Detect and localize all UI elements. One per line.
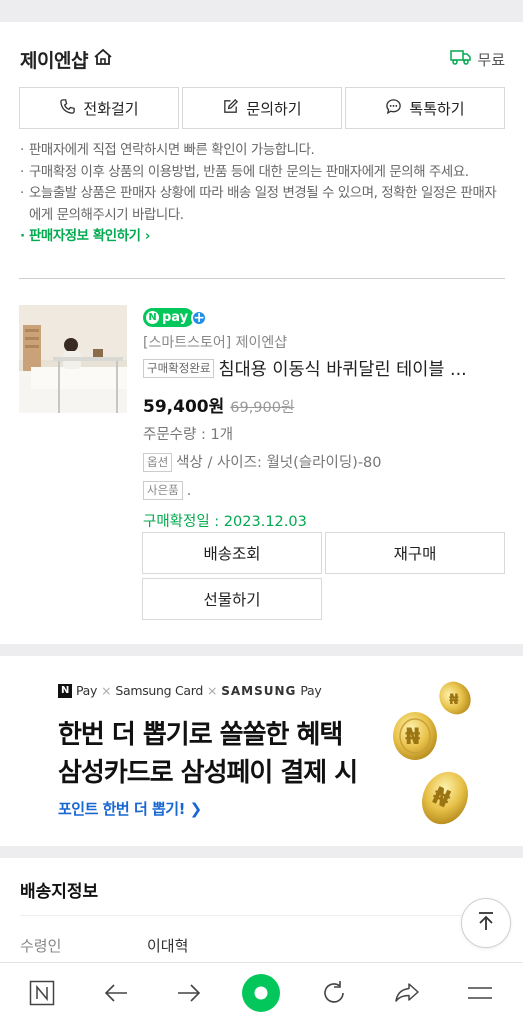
banner-title: 한번 더 뽑기로 쏠쏠한 혜택 삼성카드로 삼성페이 결제 시	[58, 716, 358, 792]
chevron-right-icon: ❯	[189, 800, 203, 818]
shipping-fee-label: 무료	[477, 50, 505, 69]
chevron-right-icon: ›	[144, 229, 151, 244]
brand-npay: Pay	[76, 683, 98, 698]
talk-button-label: 톡톡하기	[409, 99, 465, 118]
gift-badge: 사은품	[143, 481, 183, 500]
share-button[interactable]	[387, 975, 427, 1015]
gift-button[interactable]: 선물하기	[142, 578, 322, 620]
option-badge: 옵션	[143, 453, 173, 472]
phone-icon	[59, 98, 76, 119]
brand-card: Samsung Card	[115, 683, 204, 698]
contact-buttons: 전화걸기 문의하기 톡톡하기	[19, 87, 505, 129]
scroll-to-top-button[interactable]	[461, 898, 511, 948]
reorder-button[interactable]: 재구매	[325, 532, 505, 574]
divider	[20, 915, 506, 916]
talk-button[interactable]: 톡톡하기	[345, 87, 505, 129]
seller-name: 제이엔샵	[20, 49, 88, 72]
product-thumbnail[interactable]	[19, 305, 127, 413]
brand-samsung: SAMSUNG	[221, 683, 297, 698]
divider	[19, 278, 505, 279]
arrow-up-icon	[474, 909, 498, 937]
refresh-icon	[320, 979, 348, 1011]
seller-info-link-label: 판매자정보 확인하기	[29, 229, 141, 244]
banner-title-line: 삼성카드로 삼성페이 결제 시	[58, 758, 358, 788]
npay-label: pay	[162, 310, 189, 325]
share-arrow-icon	[393, 979, 421, 1011]
inquiry-button[interactable]: 문의하기	[182, 87, 342, 129]
option-line: 옵션 색상 / 사이즈: 월넛(슬라이딩)-80	[143, 453, 505, 472]
gold-coins-icon: ₦ ₦ ₦	[393, 681, 471, 825]
track-delivery-button[interactable]: 배송조회	[142, 532, 322, 574]
npay-pill: N pay	[143, 308, 195, 327]
confirm-date: 구매확정일 : 2023.12.03	[143, 514, 307, 530]
store-home-icon	[92, 47, 114, 72]
shipping-info-title: 배송지정보	[20, 882, 99, 902]
truck-icon	[450, 49, 472, 69]
shipping-info-section: 배송지정보 수령인 이대혁	[0, 858, 523, 968]
notice-item: 구매확정 이후 상품의 이용방법, 반품 등에 대한 문의는 판매자에게 문의해…	[20, 162, 506, 184]
green-dot-button[interactable]	[241, 973, 281, 1017]
call-button[interactable]: 전화걸기	[19, 87, 179, 129]
edit-icon	[222, 98, 239, 119]
recipient-label: 수령인	[20, 937, 62, 955]
seller-notice-list: 판매자에게 직접 연락하시면 빠른 확인이 가능합니다. 구매확정 이후 상품의…	[20, 140, 506, 248]
seller-info-link[interactable]: 판매자정보 확인하기 ›	[20, 226, 506, 248]
hamburger-menu-icon	[466, 979, 494, 1011]
gift-value: .	[186, 482, 192, 499]
gift-line: 사은품 .	[143, 481, 505, 500]
shipping-fee: 무료	[450, 49, 505, 70]
refresh-button[interactable]	[314, 975, 354, 1015]
call-button-label: 전화걸기	[83, 99, 139, 118]
store-name: [스마트스토어] 제이엔샵	[143, 335, 288, 351]
naver-n-icon: N	[146, 311, 159, 324]
product-info: N pay + [스마트스토어] 제이엔샵 구매확정완료 침대용 이동식 바퀴달…	[143, 305, 505, 531]
inquiry-button-label: 문의하기	[246, 99, 302, 118]
product-title-line[interactable]: 구매확정완료 침대용 이동식 바퀴달린 테이블 ...	[143, 356, 505, 381]
green-dot-icon	[241, 973, 281, 1017]
price: 59,400원	[143, 397, 225, 417]
back-button[interactable]	[96, 975, 136, 1015]
seller-header: 제이엔샵 무료	[20, 46, 505, 72]
quantity: 주문수량 : 1개	[143, 427, 234, 443]
recipient-value: 이대혁	[147, 937, 189, 955]
arrow-left-icon	[103, 980, 129, 1010]
price-line: 59,400원 69,900원	[143, 392, 505, 417]
seller-name-link[interactable]: 제이엔샵	[20, 46, 114, 73]
naver-home-button[interactable]	[22, 975, 62, 1015]
original-price: 69,900원	[230, 400, 295, 416]
times-icon: ×	[207, 683, 218, 698]
arrow-right-icon	[176, 980, 202, 1010]
chat-bubble-icon	[385, 98, 402, 119]
svg-text:₦: ₦	[449, 692, 459, 708]
notice-item: 판매자에게 직접 연락하시면 빠른 확인이 가능합니다.	[20, 140, 506, 162]
brand-pay: Pay	[300, 683, 322, 698]
promo-banner[interactable]: N Pay × Samsung Card × SAMSUNG Pay 한번 더 …	[0, 656, 523, 846]
banner-brands: N Pay × Samsung Card × SAMSUNG Pay	[58, 683, 322, 698]
bottom-nav	[0, 962, 523, 1024]
times-icon: ×	[101, 683, 112, 698]
seller-card: 제이엔샵 무료 전화걸기 문의하기 톡톡하기 · 판매자에게 직접 연락하시면 …	[0, 22, 523, 644]
naver-n-logo: N	[58, 683, 72, 698]
top-gap	[0, 0, 523, 12]
banner-cta-label: 포인트 한번 더 뽑기!	[58, 800, 185, 818]
notice-item: 오늘출발 상품은 판매자 상황에 따라 배송 일정 변경될 수 있으며, 정확한…	[20, 183, 506, 226]
banner-cta-link[interactable]: 포인트 한번 더 뽑기! ❯	[58, 798, 202, 819]
option-value: 색상 / 사이즈: 월넛(슬라이딩)-80	[176, 454, 382, 471]
svg-text:₦: ₦	[405, 725, 420, 750]
status-badge: 구매확정완료	[143, 359, 215, 378]
banner-title-line: 한번 더 뽑기로 쏠쏠한 혜택	[58, 720, 343, 750]
npay-plus-badge: N pay +	[143, 308, 208, 327]
naver-n-icon	[29, 980, 55, 1010]
product-title: 침대용 이동식 바퀴달린 테이블 ...	[218, 360, 467, 380]
forward-button[interactable]	[169, 975, 209, 1015]
plus-icon: +	[191, 309, 208, 326]
menu-button[interactable]	[460, 975, 500, 1015]
